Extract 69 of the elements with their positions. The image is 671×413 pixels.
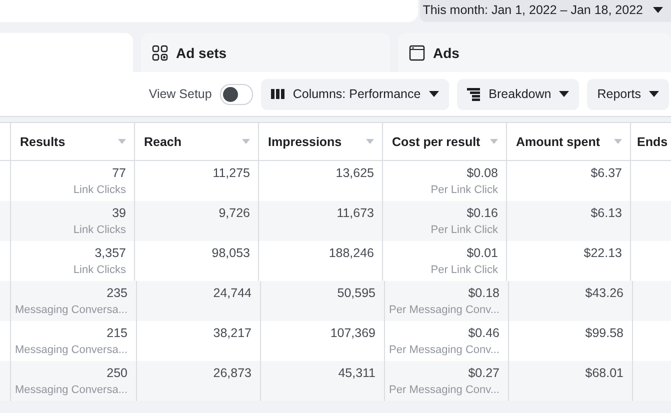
table-cell: 45,311: [338, 366, 376, 381]
table-cell: 188,246: [328, 246, 374, 261]
column-header[interactable]: Cost per result: [383, 123, 507, 160]
sort-icon: [366, 139, 374, 144]
table-cell: $99.58: [585, 326, 624, 341]
column-header[interactable]: Reach: [135, 123, 259, 160]
result-type-label: Link Clicks: [73, 183, 126, 198]
column-header[interactable]: Amount spent: [507, 123, 631, 160]
result-type-label: Link Clicks: [73, 263, 126, 278]
column-header[interactable]: Results: [11, 123, 135, 160]
tab[interactable]: Ad sets: [141, 33, 390, 72]
caret-icon: [428, 91, 439, 97]
table-cell: 107,369: [330, 326, 376, 341]
table-cell: $0.08: [466, 166, 498, 181]
result-type-label: Per Messaging Conv...: [389, 343, 500, 358]
breakdown-dropdown[interactable]: Breakdown: [456, 78, 580, 110]
result-type-label: Messaging Conversa...: [15, 383, 128, 398]
table-cell: $6.37: [590, 166, 622, 181]
table-cell: 98,053: [212, 246, 250, 261]
table-cell: 77: [112, 166, 126, 181]
result-type-label: Per Link Click: [430, 223, 498, 238]
sort-icon: [242, 139, 250, 144]
table-cell: 24,744: [213, 286, 252, 301]
reports-dropdown[interactable]: Reports: [587, 78, 669, 110]
caret-icon: [653, 6, 663, 12]
table-cell: $0.46: [468, 326, 500, 341]
table-cell: $68.01: [585, 366, 624, 381]
table-cell: $6.13: [590, 206, 622, 221]
sort-icon: [614, 139, 622, 144]
columns-dropdown[interactable]: Columns: Performance: [260, 78, 449, 110]
table-cell: 11,275: [212, 166, 250, 181]
column-header[interactable]: Impressions: [259, 123, 383, 160]
table-cell: 250: [106, 366, 128, 381]
result-type-label: Per Messaging Conv...: [389, 303, 500, 318]
table-cell: 3,357: [94, 246, 126, 261]
sort-icon: [490, 139, 498, 144]
grid-icon: [152, 44, 168, 60]
column-header[interactable]: Ends: [631, 123, 671, 160]
table-cell: $0.16: [466, 206, 498, 221]
window-icon: [409, 44, 425, 60]
view-setup-toggle[interactable]: [220, 84, 253, 104]
table-cell: 38,217: [213, 326, 252, 341]
table-cell: 39: [112, 206, 126, 221]
result-type-label: Messaging Conversa...: [15, 303, 128, 318]
result-type-label: Per Messaging Conv...: [389, 383, 500, 398]
table-cell: 26,873: [213, 366, 252, 381]
result-type-label: Per Link Click: [430, 183, 498, 198]
table-cell: 50,595: [337, 286, 376, 301]
result-type-label: Link Clicks: [73, 223, 126, 238]
table-cell: $0.27: [468, 366, 500, 381]
table-cell: $0.01: [466, 246, 498, 261]
sort-icon: [118, 139, 126, 144]
result-type-label: Per Link Click: [430, 263, 498, 278]
result-type-label: Messaging Conversa...: [15, 343, 128, 358]
date-range-dropdown[interactable]: This month: Jan 1, 2022 – Jan 18, 2022: [420, 0, 671, 22]
view-setup-label: View Setup: [148, 87, 212, 101]
caret-icon: [649, 91, 659, 97]
table-cell: 11,673: [336, 206, 374, 221]
table-cell: 235: [106, 286, 128, 301]
table-cell: 215: [106, 326, 128, 341]
tab[interactable]: Ads: [398, 33, 671, 72]
table-cell: 9,726: [218, 206, 250, 221]
columns-icon: [270, 88, 285, 100]
breakdown-icon: [466, 88, 481, 100]
table-cell: $22.13: [584, 246, 622, 261]
table-cell: 13,625: [336, 166, 374, 181]
caret-icon: [559, 91, 570, 97]
table-cell: $43.26: [585, 286, 624, 301]
table-cell: $0.18: [468, 286, 500, 301]
